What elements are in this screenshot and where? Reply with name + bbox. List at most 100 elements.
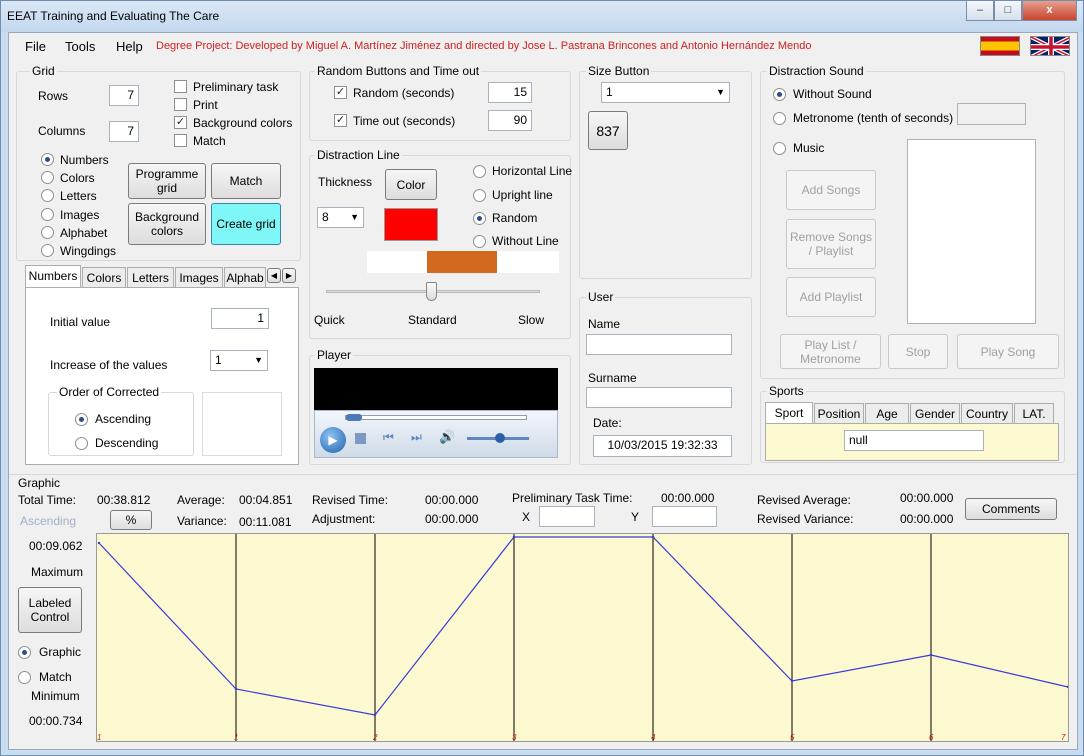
player-seek-thumb[interactable]	[346, 414, 362, 421]
alphabet-radio[interactable]	[41, 226, 54, 239]
initial-value-input[interactable]: 1	[211, 308, 269, 329]
stop-button[interactable]: Stop	[888, 334, 948, 369]
sports-tab-sport[interactable]: Sport	[765, 402, 813, 424]
play-list-metronome-button[interactable]: Play List / Metronome	[780, 334, 881, 369]
sports-tab-age[interactable]: Age	[865, 403, 909, 423]
sports-tab-position[interactable]: Position	[814, 403, 864, 423]
player-video-area	[314, 368, 558, 410]
letters-radio-label: Letters	[60, 189, 97, 203]
variance-value: 00:11.081	[239, 515, 292, 529]
next-icon[interactable]: ⏭	[411, 430, 422, 445]
random-timeout-group: Random Buttons and Time out ✓ Random (se…	[309, 64, 571, 141]
random-seconds-input[interactable]: 15	[488, 82, 532, 103]
wingdings-radio[interactable]	[41, 244, 54, 257]
add-songs-button[interactable]: Add Songs	[786, 170, 876, 210]
thickness-dropdown[interactable]: 8 ▼	[317, 207, 364, 228]
rows-input[interactable]: 7	[109, 85, 139, 106]
match-radio[interactable]	[18, 671, 31, 684]
play-song-button[interactable]: Play Song	[957, 334, 1059, 369]
sport-input[interactable]: null	[844, 430, 984, 451]
chart-tick-label: 6	[929, 733, 934, 742]
name-input[interactable]	[586, 334, 732, 355]
letters-radio[interactable]	[41, 189, 54, 202]
timeout-checkbox[interactable]: ✓	[334, 114, 347, 127]
speed-slider-thumb[interactable]	[426, 282, 437, 301]
play-icon[interactable]: ▶	[320, 427, 346, 453]
columns-input[interactable]: 7	[109, 121, 139, 142]
sports-tab-gender[interactable]: Gender	[910, 403, 960, 423]
ascending-radio[interactable]	[75, 413, 88, 426]
uk-flag-icon[interactable]	[1030, 36, 1070, 56]
revised-average-value: 00:00.000	[900, 491, 954, 505]
minimize-button[interactable]: –	[966, 1, 994, 21]
upright-line-radio[interactable]	[473, 189, 486, 202]
tab-scroll-left-icon[interactable]: ◀	[267, 268, 281, 283]
sports-tab-country[interactable]: Country	[961, 403, 1013, 423]
preliminary-task-checkbox[interactable]	[174, 80, 187, 93]
tab-scroll-right-icon[interactable]: ▶	[282, 268, 296, 283]
tab-alphabet[interactable]: Alphab	[224, 267, 266, 287]
maximize-button[interactable]: □	[994, 1, 1022, 21]
background-colors-checkbox[interactable]: ✓	[174, 116, 187, 129]
add-playlist-button[interactable]: Add Playlist	[786, 277, 876, 317]
surname-input[interactable]	[586, 387, 732, 408]
horizontal-line-radio[interactable]	[473, 165, 486, 178]
without-sound-radio[interactable]	[773, 88, 786, 101]
background-colors-button[interactable]: Background colors	[128, 203, 206, 245]
playlist-box[interactable]	[907, 139, 1036, 324]
chart-point	[1066, 685, 1068, 689]
close-button[interactable]: x	[1022, 1, 1077, 21]
sports-label: Sports	[767, 384, 806, 398]
images-radio[interactable]	[41, 208, 54, 221]
color-button[interactable]: Color	[385, 169, 437, 200]
match-checkbox[interactable]	[174, 134, 187, 147]
graphic-radio[interactable]	[18, 646, 31, 659]
metronome-radio[interactable]	[773, 112, 786, 125]
tab-letters[interactable]: Letters	[127, 267, 174, 287]
order-corrected-group: Order of Corrected Ascending Descending	[48, 385, 194, 456]
labeled-control-button[interactable]: Labeled Control	[18, 587, 82, 633]
size-preview-button[interactable]: 837	[588, 111, 628, 150]
stop-icon[interactable]	[355, 433, 366, 444]
without-line-radio[interactable]	[473, 235, 486, 248]
programme-grid-button[interactable]: Programme grid	[128, 163, 206, 199]
music-radio[interactable]	[773, 142, 786, 155]
random-line-radio[interactable]	[473, 212, 486, 225]
tab-numbers[interactable]: Numbers	[25, 265, 81, 287]
timeout-seconds-input[interactable]: 90	[488, 110, 532, 131]
match-button[interactable]: Match	[211, 163, 281, 199]
y-input[interactable]	[652, 506, 717, 527]
increase-values-label: Increase of the values	[50, 358, 168, 372]
horizontal-line-label: Horizontal Line	[492, 164, 573, 178]
chart-point	[790, 679, 794, 683]
chart-point	[97, 541, 101, 545]
menu-help[interactable]: Help	[116, 39, 143, 54]
descending-radio[interactable]	[75, 437, 88, 450]
create-grid-button[interactable]: Create grid	[211, 203, 281, 245]
player-seek-bar[interactable]	[345, 415, 527, 420]
tab-colors[interactable]: Colors	[82, 267, 126, 287]
remove-songs-button[interactable]: Remove Songs / Playlist	[786, 219, 876, 269]
percent-button[interactable]: %	[110, 510, 152, 530]
random-checkbox[interactable]: ✓	[334, 86, 347, 99]
print-checkbox[interactable]	[174, 98, 187, 111]
previous-icon[interactable]: ⏮	[383, 430, 394, 445]
increase-values-dropdown[interactable]: 1 ▼	[210, 350, 268, 371]
credits-text: Degree Project: Developed by Miguel A. M…	[156, 40, 812, 52]
menu-tools[interactable]: Tools	[65, 39, 95, 54]
times-chart: 1 1 2 3 4 5 6 7	[96, 533, 1069, 742]
comments-button[interactable]: Comments	[965, 498, 1057, 520]
menu-file[interactable]: File	[25, 39, 46, 54]
volume-icon[interactable]: 🔊	[439, 429, 455, 445]
volume-thumb[interactable]	[495, 433, 505, 443]
chart-series-line	[98, 536, 1068, 716]
sports-tab-lat[interactable]: LAT.	[1014, 403, 1054, 423]
tab-images[interactable]: Images	[175, 267, 223, 287]
x-input[interactable]	[539, 506, 595, 527]
metronome-input[interactable]	[957, 103, 1026, 125]
size-dropdown[interactable]: 1 ▼	[601, 82, 730, 103]
numbers-radio[interactable]	[41, 153, 54, 166]
date-field[interactable]: 10/03/2015 19:32:33	[593, 435, 732, 457]
spanish-flag-icon[interactable]	[980, 36, 1020, 56]
colors-radio[interactable]	[41, 171, 54, 184]
